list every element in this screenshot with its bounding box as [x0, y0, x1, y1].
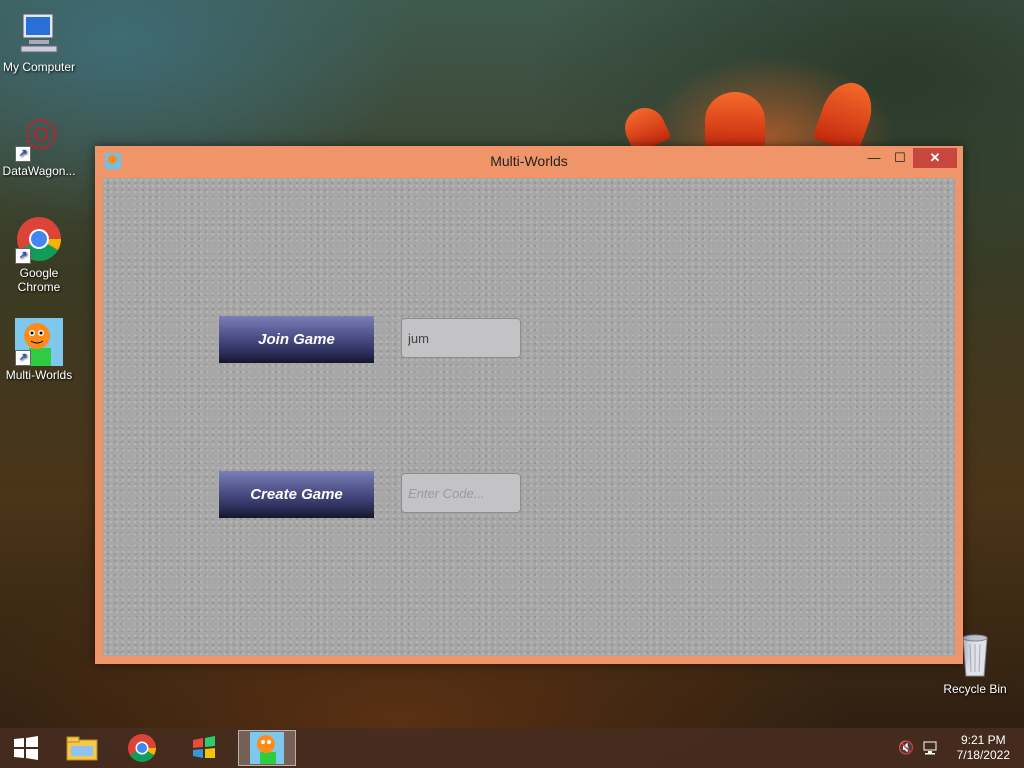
desktop-icon-my-computer[interactable]: My Computer	[0, 10, 78, 74]
desktop-icon-google-chrome[interactable]: ↗ Google Chrome	[0, 216, 78, 294]
close-button[interactable]: ✕	[913, 148, 957, 168]
network-icon[interactable]	[922, 740, 938, 759]
desktop-icon-label: Recycle Bin	[943, 682, 1007, 696]
desktop-icon-multi-worlds[interactable]: ↗ Multi-Worlds	[0, 318, 78, 382]
computer-icon	[15, 10, 63, 58]
taskbar-clock[interactable]: 9:21 PM 7/18/2022	[957, 733, 1010, 763]
taskbar: 🔇 9:21 PM 7/18/2022	[0, 728, 1024, 768]
datawagon-icon: ↗	[15, 114, 63, 162]
shortcut-arrow-icon: ↗	[15, 350, 31, 366]
create-code-input[interactable]	[401, 473, 521, 513]
multi-worlds-app-icon[interactable]	[238, 730, 296, 766]
join-game-button[interactable]: Join Game	[219, 316, 374, 363]
app-window: Multi-Worlds — ☐ ✕ Join Game Create Game	[95, 146, 963, 664]
minimize-button[interactable]: —	[861, 148, 887, 168]
chrome-icon: ↗	[15, 216, 63, 264]
desktop-icon-label: DataWagon...	[2, 164, 76, 178]
create-game-button[interactable]: Create Game	[219, 471, 374, 518]
desktop-icon-datawagon[interactable]: ↗ DataWagon...	[0, 114, 78, 178]
shortcut-arrow-icon: ↗	[15, 146, 31, 162]
desktop-icon-label: My Computer	[2, 60, 76, 74]
file-explorer-icon[interactable]	[56, 730, 108, 766]
window-title: Multi-Worlds	[490, 153, 568, 169]
chrome-icon[interactable]	[116, 730, 168, 766]
window-client-area: Join Game Create Game	[103, 178, 955, 656]
windows-start-icon[interactable]	[0, 730, 52, 766]
volume-muted-icon[interactable]: 🔇	[898, 740, 914, 756]
windows-media-icon[interactable]	[178, 730, 230, 766]
multi-worlds-app-icon: ↗	[15, 318, 63, 366]
clock-time: 9:21 PM	[960, 733, 1006, 747]
maximize-button[interactable]: ☐	[887, 148, 913, 168]
desktop-icon-label: Multi-Worlds	[5, 368, 73, 382]
wallpaper-petal	[705, 92, 765, 148]
wallpaper-petal	[812, 75, 880, 155]
join-code-input[interactable]	[401, 318, 521, 358]
title-bar[interactable]: Multi-Worlds — ☐ ✕	[95, 146, 963, 176]
shortcut-arrow-icon: ↗	[15, 248, 31, 264]
clock-date: 7/18/2022	[956, 748, 1010, 762]
desktop-icon-label: Google Chrome	[17, 266, 61, 294]
